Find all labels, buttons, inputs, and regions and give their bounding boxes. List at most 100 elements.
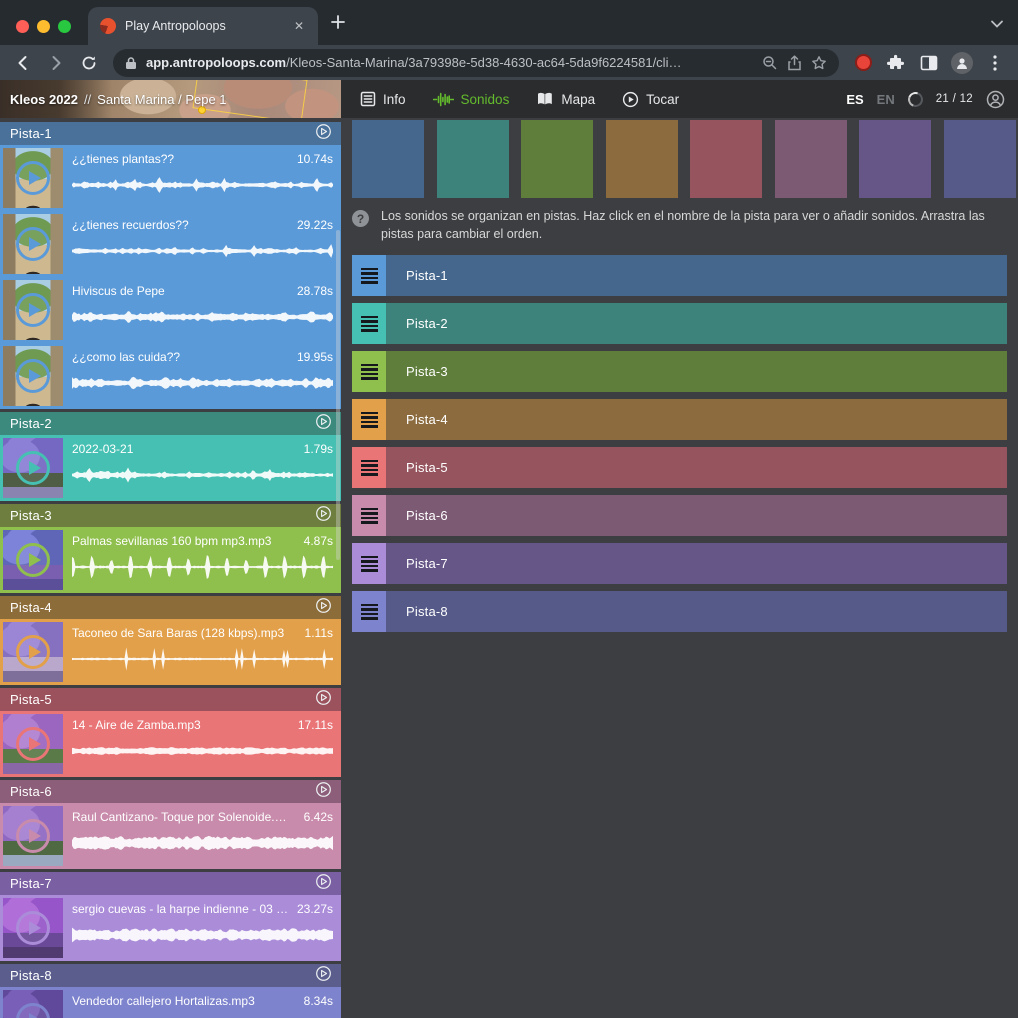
browser-profile-avatar[interactable] xyxy=(949,50,975,76)
bookmark-star-icon[interactable] xyxy=(811,55,827,71)
clip-play-overlay-icon[interactable] xyxy=(16,819,50,853)
track-row-body[interactable]: Pista-5 xyxy=(386,447,1007,488)
track-drag-handle[interactable] xyxy=(352,303,386,344)
track-row-body[interactable]: Pista-1 xyxy=(386,255,1007,296)
nav-item-tocar[interactable]: Tocar xyxy=(622,91,679,108)
track-drag-handle[interactable] xyxy=(352,543,386,584)
audio-clip[interactable]: ¿¿como las cuida??19.95s xyxy=(0,343,341,409)
breadcrumb-page[interactable]: Santa Marina / Pepe 1 xyxy=(97,92,226,107)
breadcrumb-project[interactable]: Kleos 2022 xyxy=(10,92,78,107)
track-row-body[interactable]: Pista-2 xyxy=(386,303,1007,344)
track-row-body[interactable]: Pista-6 xyxy=(386,495,1007,536)
track-row-body[interactable]: Pista-3 xyxy=(386,351,1007,392)
track-drag-handle[interactable] xyxy=(352,447,386,488)
track-title[interactable]: Pista-2 xyxy=(10,416,315,431)
audio-clip[interactable]: Hiviscus de Pepe28.78s xyxy=(0,277,341,343)
recording-extension-icon[interactable] xyxy=(850,50,876,76)
track-drag-handle[interactable] xyxy=(352,495,386,536)
audio-clip[interactable]: Raul Cantizano- Toque por Solenoide.mp36… xyxy=(0,803,341,869)
track-row[interactable]: Pista-7 xyxy=(352,543,1007,584)
play-track-button[interactable] xyxy=(315,413,332,435)
audio-clip[interactable]: Taconeo de Sara Baras (128 kbps).mp31.11… xyxy=(0,619,341,685)
track-color-swatch[interactable] xyxy=(606,120,678,198)
track-drag-handle[interactable] xyxy=(352,255,386,296)
track-row-body[interactable]: Pista-7 xyxy=(386,543,1007,584)
clip-play-overlay-icon[interactable] xyxy=(16,161,50,195)
clip-play-overlay-icon[interactable] xyxy=(16,359,50,393)
track-row[interactable]: Pista-6 xyxy=(352,495,1007,536)
clip-play-overlay-icon[interactable] xyxy=(16,293,50,327)
track-row[interactable]: Pista-3 xyxy=(352,351,1007,392)
track-row[interactable]: Pista-8 xyxy=(352,591,1007,632)
clip-play-overlay-icon[interactable] xyxy=(16,635,50,669)
clip-play-overlay-icon[interactable] xyxy=(16,911,50,945)
sidebar-scrollbar[interactable] xyxy=(336,230,340,560)
track-section-header[interactable]: Pista-7 xyxy=(0,872,341,895)
clip-play-overlay-icon[interactable] xyxy=(16,1003,50,1018)
track-section-header[interactable]: Pista-5 xyxy=(0,688,341,711)
browser-menu-kebab-icon[interactable] xyxy=(982,50,1008,76)
play-track-button[interactable] xyxy=(315,689,332,711)
lang-es-button[interactable]: ES xyxy=(846,92,863,107)
play-track-button[interactable] xyxy=(315,123,332,145)
track-section-header[interactable]: Pista-4 xyxy=(0,596,341,619)
track-drag-handle[interactable] xyxy=(352,399,386,440)
close-window-button[interactable] xyxy=(16,20,29,33)
track-color-swatch[interactable] xyxy=(859,120,931,198)
track-section-header[interactable]: Pista-6 xyxy=(0,780,341,803)
track-title[interactable]: Pista-3 xyxy=(10,508,315,523)
track-color-swatch[interactable] xyxy=(437,120,509,198)
clip-play-overlay-icon[interactable] xyxy=(16,727,50,761)
play-track-button[interactable] xyxy=(315,873,332,895)
track-color-swatch[interactable] xyxy=(944,120,1016,198)
track-title[interactable]: Pista-6 xyxy=(10,784,315,799)
play-track-button[interactable] xyxy=(315,505,332,527)
clip-play-overlay-icon[interactable] xyxy=(16,227,50,261)
audio-clip[interactable]: 14 - Aire de Zamba.mp317.11s xyxy=(0,711,341,777)
audio-clip[interactable]: Vendedor callejero Hortalizas.mp38.34s xyxy=(0,987,341,1018)
audio-clip[interactable]: 2022-03-211.79s xyxy=(0,435,341,501)
track-title[interactable]: Pista-7 xyxy=(10,876,315,891)
track-color-swatch[interactable] xyxy=(521,120,593,198)
track-color-swatch[interactable] xyxy=(352,120,424,198)
track-color-swatch[interactable] xyxy=(690,120,762,198)
track-row-body[interactable]: Pista-8 xyxy=(386,591,1007,632)
track-section-header[interactable]: Pista-3 xyxy=(0,504,341,527)
nav-item-info[interactable]: Info xyxy=(360,91,406,107)
play-track-button[interactable] xyxy=(315,781,332,803)
address-bar[interactable]: app.antropoloops.com/Kleos-Santa-Marina/… xyxy=(113,49,839,77)
play-track-button[interactable] xyxy=(315,597,332,619)
play-track-button[interactable] xyxy=(315,965,332,987)
track-row[interactable]: Pista-5 xyxy=(352,447,1007,488)
tab-close-icon[interactable]: ✕ xyxy=(290,17,308,35)
clip-play-overlay-icon[interactable] xyxy=(16,543,50,577)
track-section-header[interactable]: Pista-2 xyxy=(0,412,341,435)
forward-button[interactable] xyxy=(43,50,69,76)
account-icon[interactable] xyxy=(986,90,1005,109)
audio-clip[interactable]: ¿¿tienes recuerdos??29.22s xyxy=(0,211,341,277)
track-drag-handle[interactable] xyxy=(352,591,386,632)
track-row-body[interactable]: Pista-4 xyxy=(386,399,1007,440)
clip-play-overlay-icon[interactable] xyxy=(16,451,50,485)
new-tab-button[interactable] xyxy=(330,14,346,35)
share-icon[interactable] xyxy=(787,55,802,71)
side-panel-icon[interactable] xyxy=(916,50,942,76)
track-title[interactable]: Pista-1 xyxy=(10,126,315,141)
audio-clip[interactable]: sergio cuevas - la harpe indienne - 03 -… xyxy=(0,895,341,961)
nav-item-mapa[interactable]: Mapa xyxy=(536,91,595,107)
track-row[interactable]: Pista-4 xyxy=(352,399,1007,440)
back-button[interactable] xyxy=(10,50,36,76)
extensions-puzzle-icon[interactable] xyxy=(883,50,909,76)
track-drag-handle[interactable] xyxy=(352,351,386,392)
browser-tab[interactable]: Play Antropoloops ✕ xyxy=(88,7,318,45)
track-section-header[interactable]: Pista-8 xyxy=(0,964,341,987)
lang-en-button[interactable]: EN xyxy=(877,92,895,107)
fullscreen-window-button[interactable] xyxy=(58,20,71,33)
track-title[interactable]: Pista-8 xyxy=(10,968,315,983)
audio-clip[interactable]: Palmas sevillanas 160 bpm mp3.mp34.87s xyxy=(0,527,341,593)
tab-search-chevron-icon[interactable] xyxy=(990,16,1004,34)
track-row[interactable]: Pista-2 xyxy=(352,303,1007,344)
zoom-indicator-icon[interactable] xyxy=(762,55,778,71)
audio-clip[interactable]: ¿¿tienes plantas??10.74s xyxy=(0,145,341,211)
track-section-header[interactable]: Pista-1 xyxy=(0,122,341,145)
